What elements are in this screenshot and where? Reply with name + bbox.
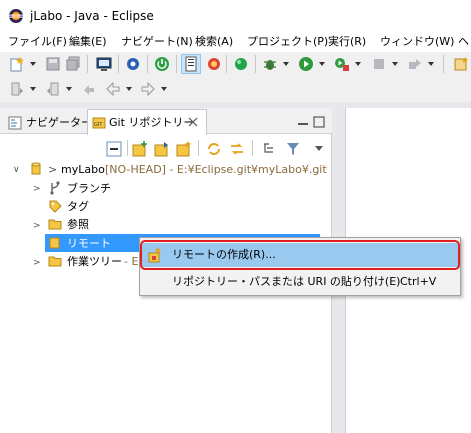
filter-icon[interactable] bbox=[285, 141, 301, 157]
link-with-selection-icon[interactable] bbox=[229, 141, 245, 157]
chevron-right-icon[interactable]: > bbox=[33, 256, 41, 270]
chevron-down-icon[interactable]: ∨ bbox=[13, 163, 20, 177]
svg-text:GIT: GIT bbox=[94, 122, 103, 128]
tree-item-branches[interactable]: ブランチ bbox=[67, 182, 111, 196]
tab-git-label: Git リポジトリー bbox=[109, 116, 195, 129]
open-perspective-icon[interactable] bbox=[407, 56, 423, 72]
chevron-down-icon[interactable] bbox=[355, 62, 361, 66]
toolbar-separator bbox=[118, 55, 119, 73]
chevron-right-icon[interactable]: > bbox=[33, 182, 41, 196]
tree-item-references[interactable]: 参照 bbox=[67, 218, 89, 232]
menu-run[interactable]: 実行(R) bbox=[328, 35, 366, 49]
close-tab-icon[interactable] bbox=[187, 116, 199, 128]
paste-uri-shortcut: Ctrl+V bbox=[400, 275, 437, 288]
repo-detail: [NO-HEAD] - E:¥Eclipse.git¥myLabo¥.git bbox=[105, 163, 327, 176]
chevron-down-icon[interactable] bbox=[30, 87, 36, 91]
paste-uri-label: リポジトリー・パスまたは URI の貼り付け(E) bbox=[172, 275, 401, 288]
chevron-down-icon[interactable] bbox=[428, 62, 434, 66]
next-annotation-icon[interactable] bbox=[9, 81, 25, 97]
highlight-callout bbox=[140, 240, 460, 270]
clone-repository-icon[interactable] bbox=[154, 141, 170, 157]
repo-name[interactable]: myLabo bbox=[61, 163, 105, 177]
chevron-down-icon[interactable] bbox=[319, 62, 325, 66]
toolbar-separator bbox=[198, 140, 199, 156]
minimize-view-icon[interactable] bbox=[297, 117, 309, 129]
back-arrow-icon[interactable] bbox=[105, 81, 121, 97]
references-folder-icon bbox=[48, 217, 62, 231]
green-sphere-icon[interactable] bbox=[233, 56, 249, 72]
tree-item-remotes[interactable]: リモート bbox=[67, 237, 111, 251]
refresh-icon[interactable] bbox=[206, 141, 222, 157]
stop-icon[interactable] bbox=[371, 56, 387, 72]
toolbar-separator bbox=[255, 55, 256, 73]
git-repository-icon: GIT bbox=[92, 116, 106, 130]
create-repository-icon[interactable] bbox=[176, 141, 192, 157]
settings-gear-icon[interactable] bbox=[125, 56, 141, 72]
toolbar-separator bbox=[226, 55, 227, 73]
power-icon[interactable] bbox=[154, 56, 170, 72]
menu-navigate[interactable]: ナビゲート(N) bbox=[121, 35, 193, 49]
save-icon[interactable] bbox=[45, 56, 61, 72]
tags-icon bbox=[48, 199, 62, 213]
tree-item-tags[interactable]: タグ bbox=[67, 200, 89, 214]
last-edit-location-icon[interactable] bbox=[81, 81, 97, 97]
console-icon[interactable] bbox=[96, 56, 112, 72]
menu-file[interactable]: ファイル(F) bbox=[8, 35, 67, 49]
toolbar-separator bbox=[252, 140, 253, 156]
save-all-icon[interactable] bbox=[65, 56, 81, 72]
add-existing-repository-icon[interactable] bbox=[132, 141, 148, 157]
working-tree-folder-icon bbox=[48, 254, 62, 268]
menu-search[interactable]: 検索(A) bbox=[195, 35, 233, 49]
window-title: jLabo - Java - Eclipse bbox=[30, 9, 154, 23]
new-icon[interactable] bbox=[9, 56, 25, 72]
chevron-down-icon[interactable] bbox=[126, 87, 132, 91]
chevron-down-icon[interactable] bbox=[30, 62, 36, 66]
tree-item-working-tree[interactable]: 作業ツリー bbox=[67, 255, 122, 269]
external-tools-icon[interactable] bbox=[334, 56, 350, 72]
navigator-icon bbox=[8, 116, 22, 130]
eclipse-app-icon bbox=[8, 8, 24, 24]
remotes-icon bbox=[49, 236, 61, 250]
chevron-right-icon[interactable]: > bbox=[33, 219, 41, 233]
toolbar-separator bbox=[443, 55, 444, 73]
previous-annotation-icon[interactable] bbox=[45, 81, 61, 97]
menu-help[interactable]: ヘ bbox=[458, 35, 469, 49]
view-menu-chevron-icon[interactable] bbox=[315, 146, 323, 151]
toolbar-separator bbox=[147, 55, 148, 73]
new-class-icon[interactable] bbox=[453, 56, 469, 72]
repository-cylinder-icon bbox=[31, 162, 41, 176]
toolbar-separator bbox=[87, 55, 88, 73]
repo-prefix: > bbox=[48, 163, 58, 176]
menu-edit[interactable]: 編集(E) bbox=[69, 35, 107, 49]
chevron-down-icon[interactable] bbox=[392, 62, 398, 66]
run-icon[interactable] bbox=[298, 56, 314, 72]
maximize-view-icon[interactable] bbox=[313, 116, 325, 128]
branches-icon bbox=[48, 181, 62, 195]
menu-project[interactable]: プロジェクト(P) bbox=[247, 35, 328, 49]
tab-navigator-label: ナビゲーター bbox=[26, 116, 92, 129]
hierarchical-layout-icon[interactable] bbox=[262, 141, 278, 157]
collapse-all-icon[interactable] bbox=[106, 141, 122, 157]
toggle-breadcrumb-button[interactable] bbox=[181, 54, 201, 74]
forward-arrow-icon[interactable] bbox=[140, 81, 156, 97]
chevron-down-icon[interactable] bbox=[66, 87, 72, 91]
toolbar-separator bbox=[127, 140, 128, 156]
menu-window[interactable]: ウィンドウ(W) bbox=[380, 35, 454, 49]
chevron-down-icon[interactable] bbox=[161, 87, 167, 91]
bug-icon[interactable] bbox=[262, 56, 278, 72]
debug-launch-icon[interactable] bbox=[206, 56, 222, 72]
chevron-down-icon[interactable] bbox=[283, 62, 289, 66]
toolbar-separator bbox=[176, 55, 177, 73]
